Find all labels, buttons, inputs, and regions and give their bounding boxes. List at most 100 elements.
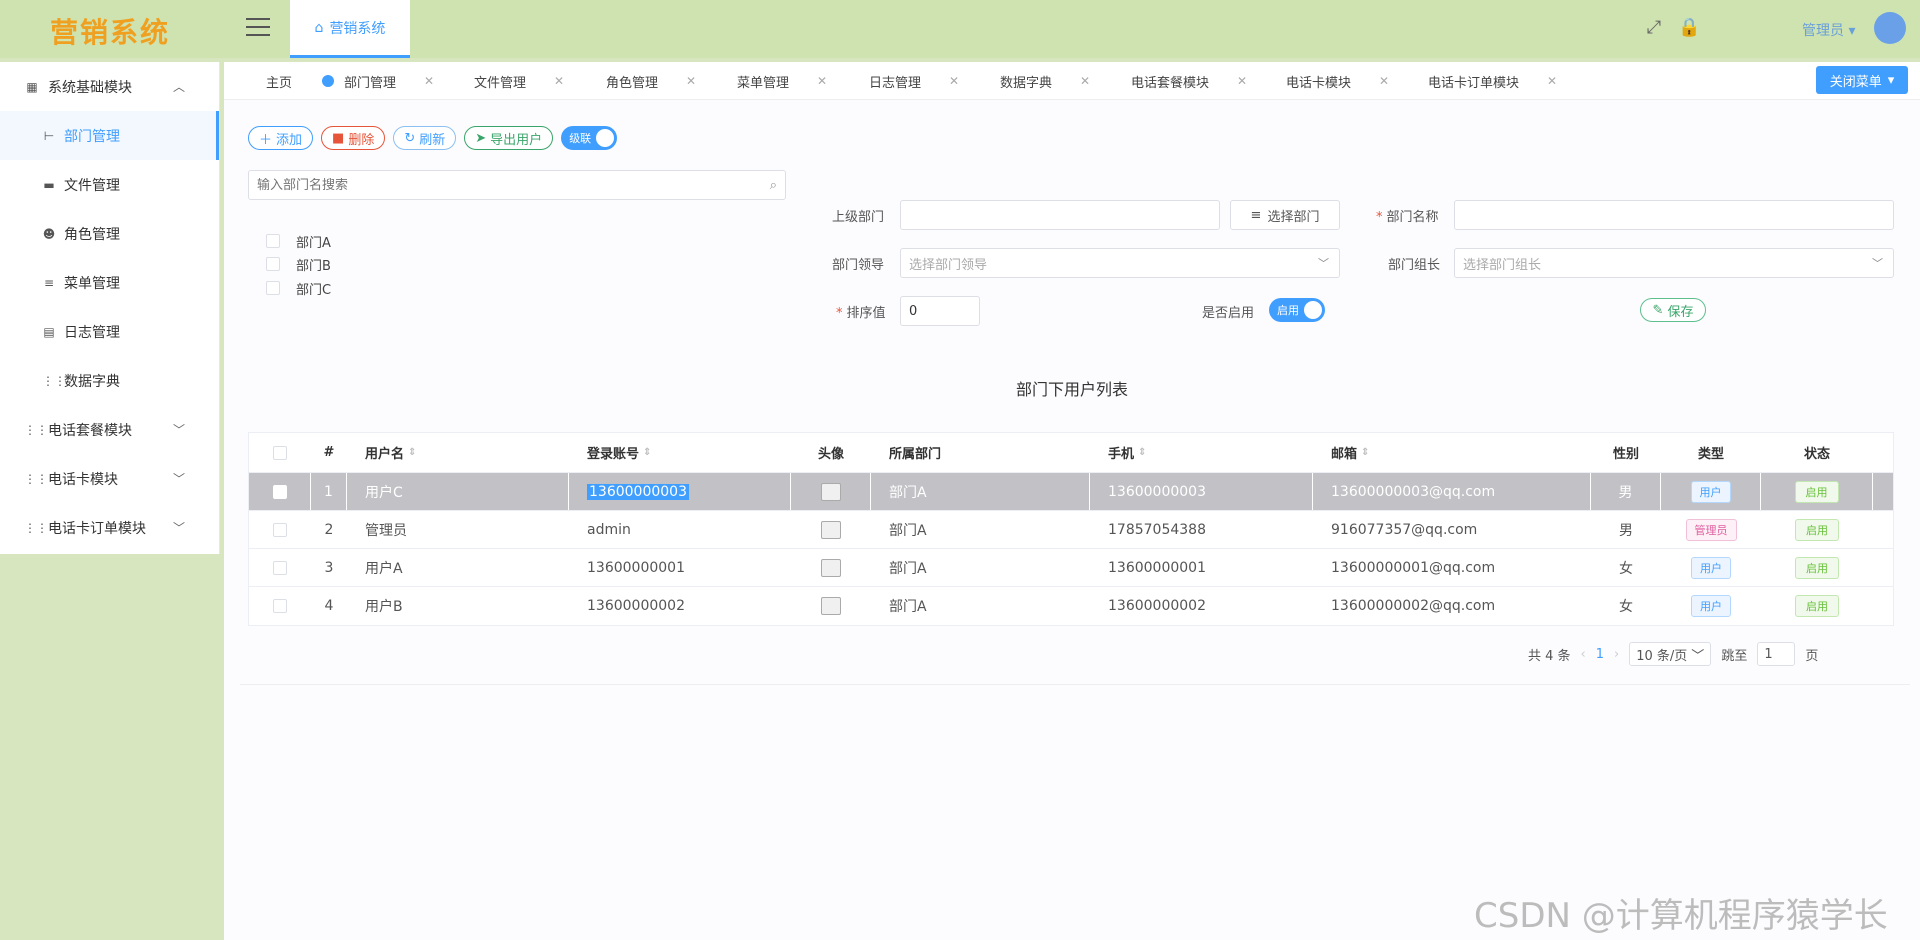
prev-page-icon[interactable]: ‹ [1581, 647, 1586, 662]
header-username[interactable]: 用户名 ⇕ [347, 433, 569, 472]
dept-name-field[interactable] [1454, 200, 1894, 230]
tree-checkbox[interactable] [266, 281, 280, 295]
tab-logs[interactable]: 日志管理 ✕ [869, 62, 959, 100]
dept-search-input[interactable] [257, 177, 770, 193]
tab-plans[interactable]: 电话套餐模块 ✕ [1131, 62, 1247, 100]
status-tag[interactable]: 启用 [1795, 518, 1839, 541]
cascade-toggle[interactable]: 级联 [561, 126, 618, 150]
close-menu-button[interactable]: 关闭菜单 ▾ [1816, 66, 1908, 94]
table-row[interactable]: 3 用户A 13600000001 部门A 13600000001 136000… [249, 549, 1893, 587]
header-phone[interactable]: 手机 ⇕ [1090, 433, 1313, 472]
close-icon[interactable]: ✕ [554, 74, 564, 88]
sidebar-item-dict[interactable]: ⋮⋮ 数据字典 [0, 356, 219, 405]
user-menu[interactable]: 管理员 ▾ [1802, 20, 1855, 40]
sidebar-item-files[interactable]: ▬ 文件管理 [0, 160, 219, 209]
enabled-toggle[interactable]: 启用 [1269, 298, 1325, 322]
next-page-icon[interactable]: › [1614, 647, 1619, 662]
row-select-cell[interactable] [249, 587, 311, 625]
tab-dict[interactable]: 数据字典 ✕ [1000, 62, 1090, 100]
page-number[interactable]: 1 [1596, 647, 1604, 662]
tab-dept[interactable]: 部门管理 ✕ [322, 62, 434, 100]
sort-icon[interactable]: ⇕ [1138, 447, 1146, 458]
tab-files[interactable]: 文件管理 ✕ [474, 62, 564, 100]
tree-node-a[interactable]: 部门A [266, 230, 331, 252]
select-all-checkbox[interactable] [273, 445, 287, 460]
tab-roles[interactable]: 角色管理 ✕ [606, 62, 696, 100]
tree-node-c[interactable]: 部门C [266, 277, 331, 299]
sidebar-item-logs[interactable]: ▤ 日志管理 [0, 307, 219, 356]
sidebar-item-menus[interactable]: ≡ 菜单管理 [0, 258, 219, 307]
export-users-button[interactable]: ➤ 导出用户 [464, 126, 554, 150]
tab-menus[interactable]: 菜单管理 ✕ [737, 62, 827, 100]
type-tag: 管理员 [1685, 518, 1737, 541]
leader-select[interactable]: 选择部门领导 ﹀ [900, 248, 1340, 278]
row-checkbox[interactable] [273, 522, 287, 537]
table-row[interactable]: 1 用户C 13600000003 部门A 13600000003 136000… [249, 473, 1893, 511]
header-label: 登录账号 [587, 447, 640, 462]
row-checkbox[interactable] [273, 599, 287, 613]
tree-checkbox[interactable] [266, 257, 280, 271]
sidebar-group-orders[interactable]: ⋮⋮ 电话卡订单模块 ﹀ [0, 503, 219, 552]
sidebar-group-label: 电话卡模块 [48, 471, 118, 488]
table-row[interactable]: 4 用户B 13600000002 部门A 13600000002 136000… [249, 587, 1893, 625]
tab-home[interactable]: 主页 [266, 62, 292, 100]
row-checkbox[interactable] [273, 560, 287, 575]
required-mark: * [836, 306, 843, 321]
close-icon[interactable]: ✕ [686, 74, 696, 88]
row-select-cell[interactable] [249, 549, 311, 586]
lock-icon[interactable]: 🔒 [1678, 18, 1700, 38]
row-select-cell[interactable] [249, 511, 311, 548]
cell-email: 13600000003@qq.com [1313, 473, 1591, 510]
cell-avatar [791, 511, 871, 548]
head-label: 部门组长 [1388, 258, 1441, 273]
add-button[interactable]: ＋添加 [248, 126, 314, 150]
close-icon[interactable]: ✕ [1080, 74, 1090, 88]
close-icon[interactable]: ✕ [1547, 74, 1557, 88]
sort-icon[interactable]: ⇕ [643, 447, 651, 458]
sort-icon[interactable]: ⇕ [408, 447, 416, 458]
cell-index: 2 [324, 521, 334, 538]
sidebar-group-plans[interactable]: ⋮⋮ 电话套餐模块 ﹀ [0, 405, 219, 454]
sidebar-group-cards[interactable]: ⋮⋮ 电话卡模块 ﹀ [0, 454, 219, 503]
home-tab[interactable]: ⌂ 营销系统 [290, 0, 410, 58]
select-all-cell[interactable] [249, 433, 311, 472]
tab-orders[interactable]: 电话卡订单模块 ✕ [1428, 62, 1557, 100]
tree-checkbox[interactable] [266, 234, 280, 248]
header-account[interactable]: 登录账号 ⇕ [569, 433, 791, 472]
sidebar-item-dept[interactable]: ⊢ 部门管理 [0, 111, 219, 160]
order-input[interactable]: 0 [900, 296, 980, 326]
jump-input[interactable]: 1 [1757, 642, 1796, 666]
menu-toggle-icon[interactable] [246, 18, 270, 38]
tab-cards[interactable]: 电话卡模块 ✕ [1286, 62, 1389, 100]
head-select[interactable]: 选择部门组长 ﹀ [1454, 248, 1894, 278]
sort-icon[interactable]: ⇕ [1361, 447, 1369, 458]
status-tag[interactable]: 启用 [1795, 595, 1839, 617]
tree-node-b[interactable]: 部门B [266, 253, 331, 275]
dept-search-field[interactable]: ⌕ [248, 170, 786, 200]
cell-account: 13600000002 [587, 598, 685, 614]
close-icon[interactable]: ✕ [949, 74, 959, 88]
close-icon[interactable]: ✕ [817, 74, 827, 88]
status-tag[interactable]: 启用 [1794, 480, 1839, 503]
avatar[interactable] [1874, 12, 1906, 44]
select-dept-button[interactable]: ≡ 选择部门 [1230, 200, 1340, 230]
close-icon[interactable]: ✕ [1237, 74, 1247, 88]
page-size-select[interactable]: 10 条/页 ﹀ [1629, 642, 1712, 666]
cell-status: 启用 [1761, 511, 1873, 548]
sidebar-group-system[interactable]: ▦ 系统基础模块 ︿ [0, 62, 219, 111]
fullscreen-icon[interactable]: ⤢ [1644, 18, 1664, 38]
refresh-button[interactable]: ↻ 刷新 [393, 126, 457, 150]
status-tag[interactable]: 启用 [1795, 556, 1839, 579]
table-row[interactable]: 2 管理员 admin 部门A 17857054388 916077357@qq… [249, 511, 1893, 549]
parent-dept-field[interactable] [900, 200, 1220, 230]
close-icon[interactable]: ✕ [424, 74, 434, 88]
row-checkbox[interactable] [272, 484, 287, 499]
send-icon: ➤ [475, 130, 487, 146]
save-button[interactable]: ✎ 保存 [1640, 298, 1706, 322]
header-email[interactable]: 邮箱 ⇕ [1313, 433, 1591, 472]
cell-username: 管理员 [365, 522, 407, 539]
close-icon[interactable]: ✕ [1379, 74, 1389, 88]
row-select-cell[interactable] [249, 473, 311, 510]
delete-button[interactable]: ■ 删除 [321, 126, 386, 150]
sidebar-item-roles[interactable]: ☻ 角色管理 [0, 209, 219, 258]
